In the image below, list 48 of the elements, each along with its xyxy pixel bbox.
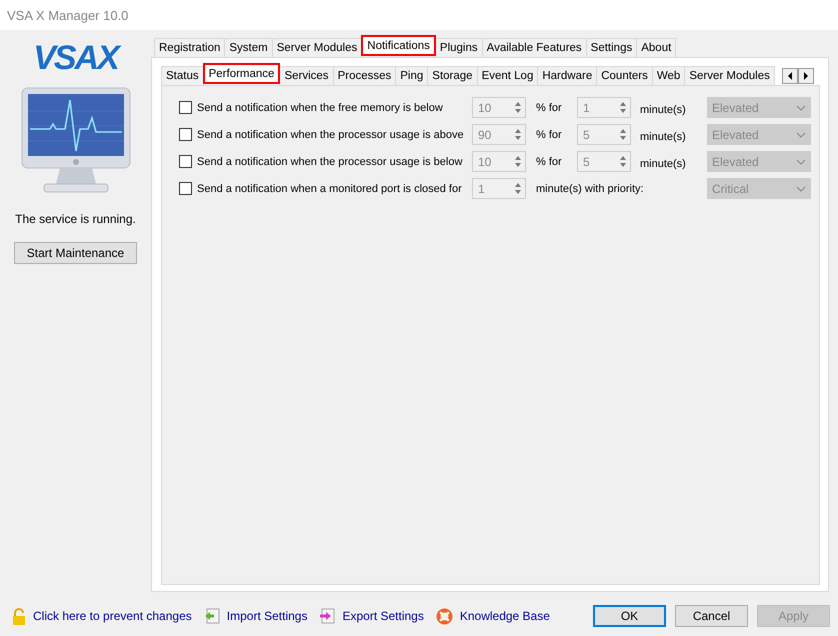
checkbox-label: Send a notification when the processor usage is above bbox=[197, 128, 465, 140]
tab[interactable]: Notifications bbox=[361, 35, 436, 56]
tab[interactable]: Processes bbox=[332, 66, 396, 85]
footer-link[interactable]: Export Settings bbox=[342, 609, 424, 623]
padlock-icon bbox=[12, 608, 26, 624]
tab[interactable]: Hardware bbox=[537, 66, 598, 85]
tab[interactable]: Registration bbox=[154, 38, 226, 57]
window-title: VSA X Manager 10.0 bbox=[7, 8, 128, 22]
checkbox-label: Send a notification when the processor usage is below bbox=[197, 156, 464, 168]
tab[interactable]: Web bbox=[652, 66, 686, 85]
tab[interactable]: Performance bbox=[202, 63, 280, 84]
footer-link[interactable]: Click here to prevent changes bbox=[33, 609, 192, 623]
field-label: % for bbox=[536, 102, 563, 114]
field-label: minute(s) with priority: bbox=[536, 182, 645, 194]
scroll-right-button[interactable] bbox=[798, 68, 814, 84]
tab[interactable]: Services bbox=[279, 66, 334, 85]
footer-link[interactable]: Knowledge Base bbox=[460, 609, 550, 623]
tab[interactable]: Server Modules bbox=[684, 66, 775, 85]
dialog-button: Apply bbox=[757, 605, 830, 627]
dialog-button[interactable]: Cancel bbox=[675, 605, 748, 627]
tab[interactable]: Event Log bbox=[476, 66, 538, 85]
checkbox-label: Send a notification when the free memory is below bbox=[197, 102, 444, 114]
chevron-down-icon bbox=[796, 186, 806, 192]
triangle-right-icon bbox=[802, 72, 809, 80]
lifebuoy-icon bbox=[436, 608, 453, 624]
tab[interactable]: Plugins bbox=[434, 38, 483, 57]
field-label: % for bbox=[536, 128, 563, 140]
tab[interactable]: Server Modules bbox=[272, 38, 362, 57]
tab[interactable]: Status bbox=[161, 66, 204, 85]
chevron-down-icon bbox=[796, 104, 806, 110]
chevron-down-icon bbox=[796, 132, 806, 138]
status-text: The service is running. bbox=[15, 212, 136, 226]
field-label: minute(s) bbox=[640, 156, 687, 170]
scroll-left-button[interactable] bbox=[782, 68, 798, 84]
tab[interactable]: Storage bbox=[427, 66, 478, 85]
footer-link[interactable]: Import Settings bbox=[226, 609, 308, 623]
logo: VSAX bbox=[33, 38, 118, 78]
field-label: % for bbox=[536, 156, 563, 168]
chevron-down-icon bbox=[796, 158, 806, 164]
dialog-button[interactable]: OK bbox=[593, 605, 666, 627]
field-label: minute(s) bbox=[640, 102, 687, 116]
tab[interactable]: Counters bbox=[596, 66, 653, 85]
start-maintenance-button[interactable]: Start Maintenance bbox=[14, 242, 137, 264]
triangle-left-icon bbox=[786, 72, 793, 80]
tab[interactable]: Ping bbox=[395, 66, 428, 85]
field-label: minute(s) bbox=[640, 130, 687, 142]
tab[interactable]: About bbox=[636, 38, 676, 57]
checkbox-label: Send a notification when a monitored port is closed for bbox=[197, 182, 463, 194]
